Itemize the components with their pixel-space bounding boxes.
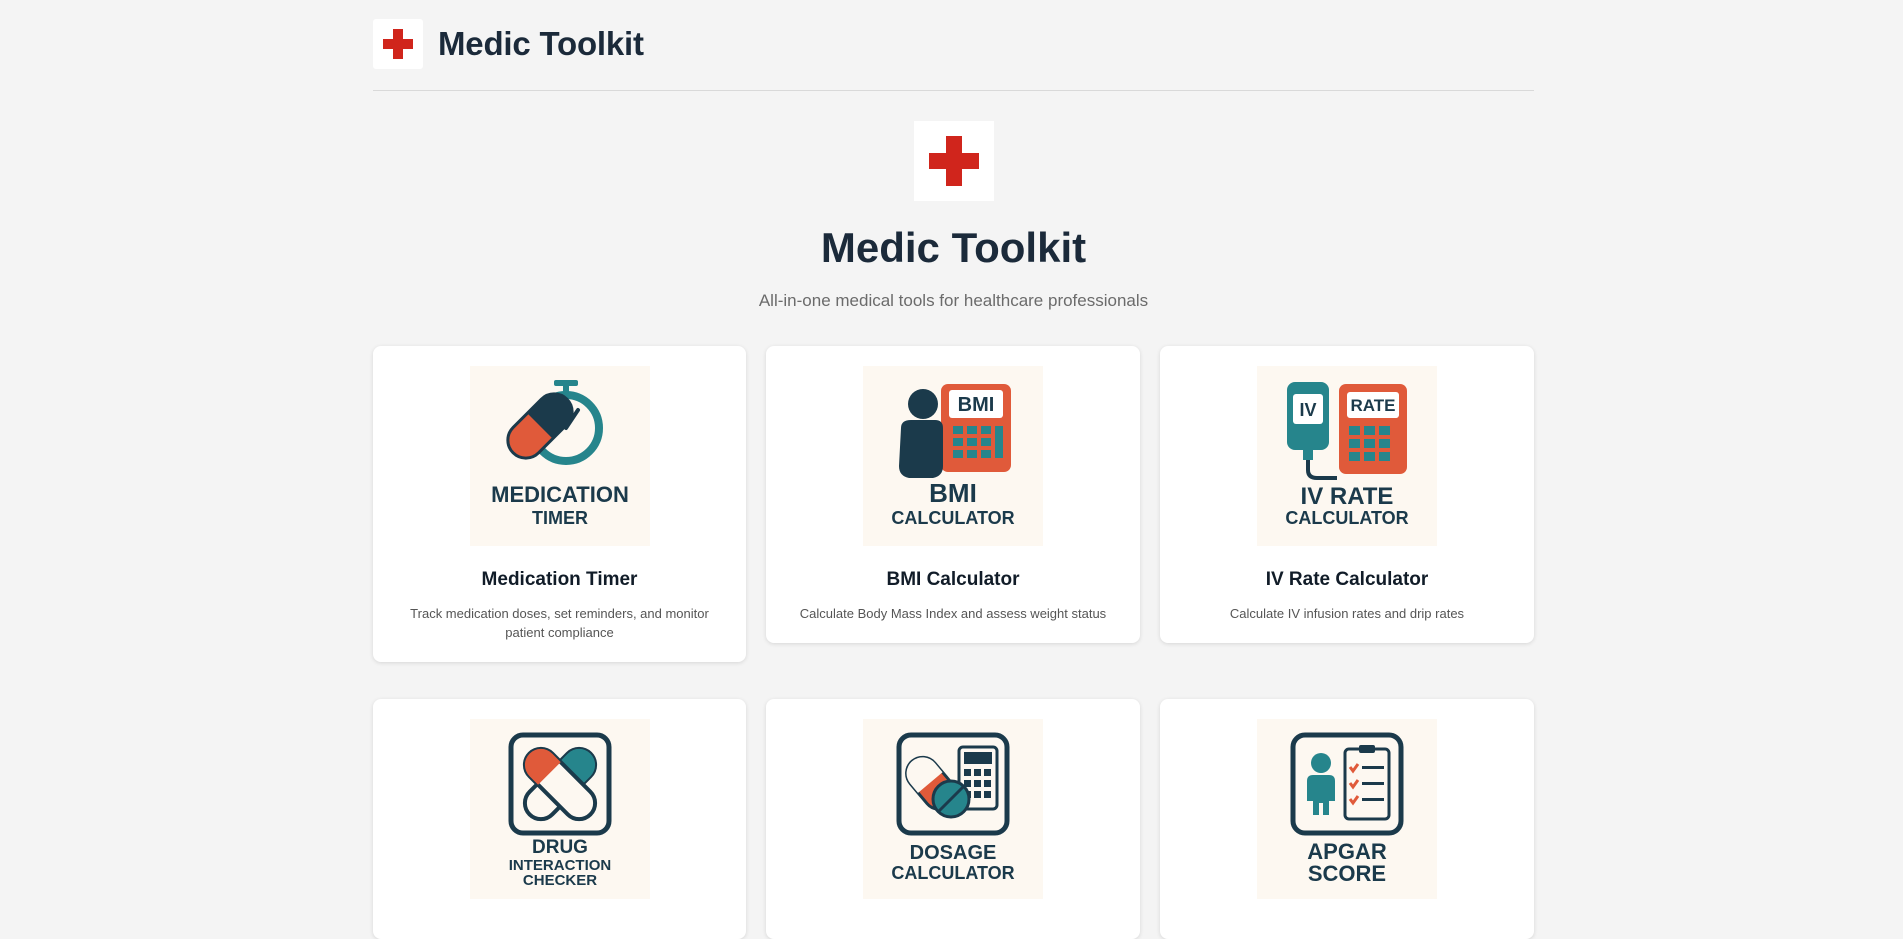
- tool-card-dosage-calculator[interactable]: DOSAGE CALCULATOR: [766, 699, 1140, 939]
- tool-card-title: IV Rate Calculator: [1265, 569, 1429, 590]
- tool-card-title: Medication Timer: [481, 569, 638, 590]
- page-container: Medic Toolkit Medic Toolkit All-in-one m…: [373, 0, 1534, 939]
- dosage-calculator-icon: DOSAGE CALCULATOR: [891, 732, 1015, 883]
- apgar-score-icon: APGAR SCORE: [1290, 732, 1404, 886]
- dosage-calculator-image: DOSAGE CALCULATOR: [863, 719, 1043, 899]
- header-title: Medic Toolkit: [438, 25, 644, 62]
- top-header: Medic Toolkit: [373, 0, 1534, 91]
- tool-card-description: Track medication doses, set reminders, a…: [410, 606, 709, 640]
- tool-card-medication-timer[interactable]: MEDICATION TIMER Medication Timer Track …: [373, 346, 746, 662]
- svg-text:CHECKER: CHECKER: [522, 872, 596, 889]
- tool-grid-row-1: MEDICATION TIMER Medication Timer Track …: [373, 346, 1534, 662]
- svg-text:DOSAGE: DOSAGE: [910, 842, 997, 864]
- drug-interaction-checker-icon: DRUG INTERACTION CHECKER: [508, 732, 611, 889]
- svg-text:TIMER: TIMER: [532, 508, 588, 528]
- svg-text:SCORE: SCORE: [1308, 861, 1386, 886]
- tool-grid-row-2: DRUG INTERACTION CHECKER DOSAGE CALCULAT…: [373, 699, 1534, 939]
- svg-text:CALCULATOR: CALCULATOR: [891, 508, 1014, 528]
- hero-subtitle: All-in-one medical tools for healthcare …: [758, 291, 1149, 310]
- header-logo[interactable]: [373, 19, 423, 69]
- svg-text:RATE: RATE: [1350, 396, 1395, 415]
- tool-card-title: BMI Calculator: [886, 569, 1020, 590]
- svg-text:BMI: BMI: [929, 478, 977, 508]
- iv-rate-calculator-image: IV RATE IV RATE CALCULATOR: [1257, 366, 1437, 546]
- hero-section: Medic Toolkit All-in-one medical tools f…: [373, 121, 1534, 311]
- bmi-calculator-icon: BMI BMI CALCULATOR: [891, 384, 1015, 528]
- svg-text:MEDICATION: MEDICATION: [491, 482, 629, 507]
- hero-title: Medic Toolkit: [820, 224, 1087, 271]
- tool-card-drug-interaction-checker[interactable]: DRUG INTERACTION CHECKER: [373, 699, 746, 939]
- red-cross-icon: [383, 29, 413, 59]
- hero-logo: [913, 121, 994, 201]
- svg-text:IV RATE: IV RATE: [1301, 483, 1394, 510]
- svg-text:BMI: BMI: [958, 394, 995, 416]
- tool-card-bmi-calculator[interactable]: BMI BMI CALCULATOR BMI Calculator Calcul…: [766, 346, 1140, 643]
- tool-card-description: Calculate Body Mass Index and assess wei…: [799, 606, 1107, 621]
- red-cross-icon: [928, 136, 979, 186]
- tool-card-iv-rate-calculator[interactable]: IV RATE IV RATE CALCULATOR IV Rate Calcu…: [1160, 346, 1534, 643]
- tool-card-description: Calculate IV infusion rates and drip rat…: [1229, 606, 1465, 621]
- svg-text:CALCULATOR: CALCULATOR: [1285, 508, 1408, 528]
- svg-text:IV: IV: [1299, 400, 1316, 420]
- medication-timer-image: MEDICATION TIMER: [469, 366, 650, 546]
- drug-interaction-checker-image: DRUG INTERACTION CHECKER: [469, 719, 650, 899]
- bmi-calculator-image: BMI BMI CALCULATOR: [863, 366, 1043, 546]
- apgar-score-image: APGAR SCORE: [1257, 719, 1437, 899]
- svg-text:DRUG: DRUG: [532, 837, 588, 858]
- svg-text:CALCULATOR: CALCULATOR: [891, 863, 1014, 883]
- tool-card-apgar-score[interactable]: APGAR SCORE: [1160, 699, 1534, 939]
- iv-rate-calculator-icon: IV RATE IV RATE CALCULATOR: [1285, 382, 1409, 528]
- medication-timer-icon: MEDICATION TIMER: [491, 380, 629, 528]
